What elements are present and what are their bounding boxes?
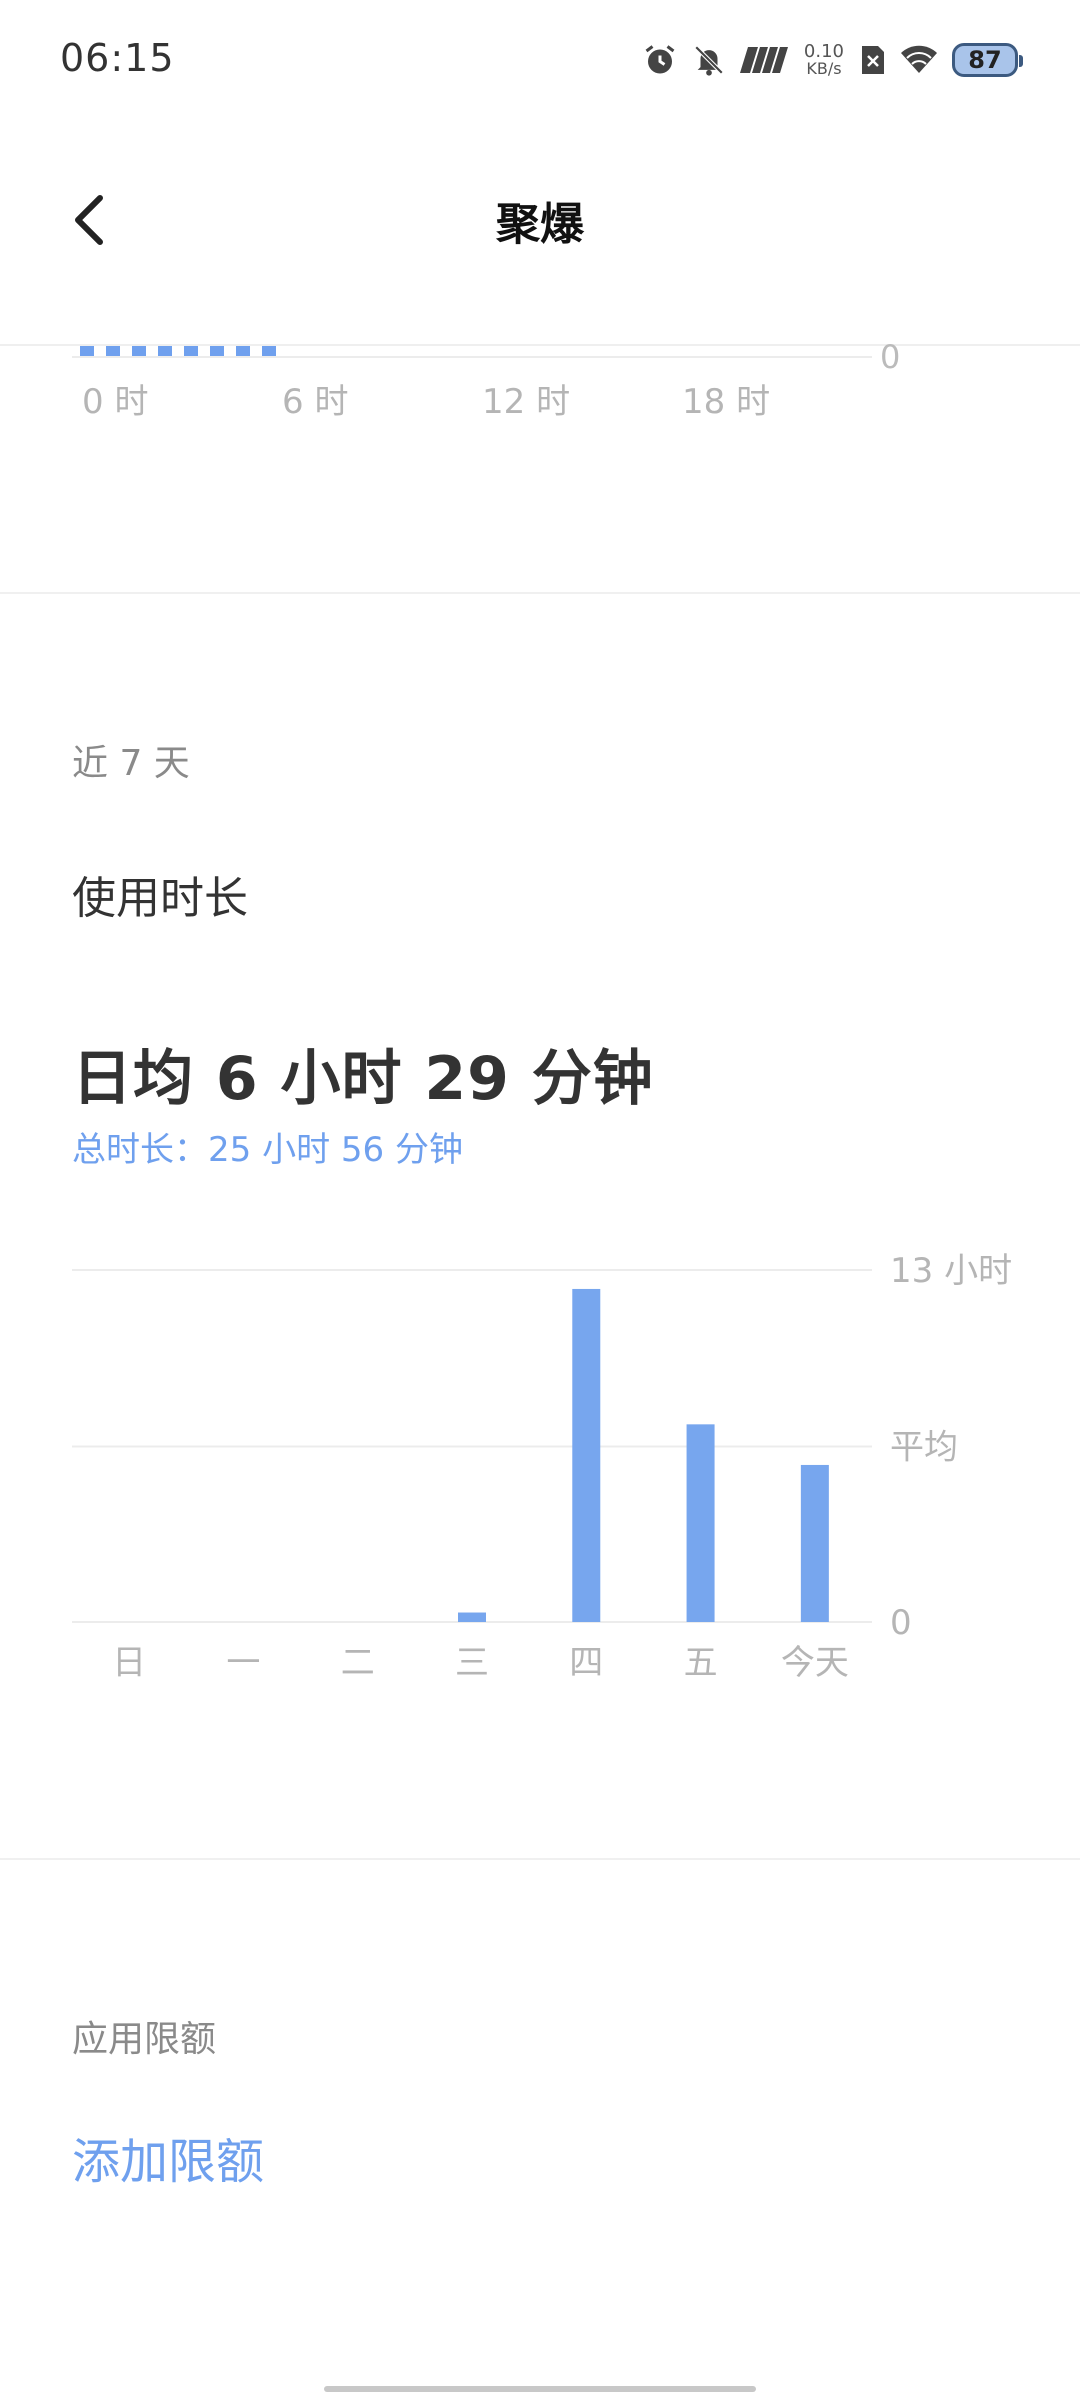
daily-bar <box>236 346 250 356</box>
section-divider <box>0 1858 1080 1860</box>
daily-x-label: 6 时 <box>282 382 349 422</box>
title-bar: 聚爆 <box>0 160 1080 280</box>
bar-5 <box>686 1424 715 1622</box>
net-speed: 0.10 KB/s <box>804 43 844 77</box>
status-time: 06:15 <box>60 36 175 80</box>
daily-baseline <box>72 356 872 358</box>
weekly-usage-chart: 13 小时平均 0 日 一 二 三 四 五 今天 <box>0 1240 1080 1700</box>
battery-indicator: 87 <box>952 43 1023 77</box>
x-tick-label: 三 <box>455 1643 489 1683</box>
range-label: 近 7 天 <box>72 743 190 784</box>
daily-bar <box>80 346 94 356</box>
daily-bar <box>158 346 172 356</box>
total-duration: 总时长：25 小时 56 分钟 <box>72 1130 463 1170</box>
daily-x-label: 18 时 <box>682 382 771 422</box>
home-indicator[interactable] <box>324 2386 756 2392</box>
add-limit-button[interactable]: 添加限额 <box>72 2122 264 2192</box>
daily-x-label: 0 时 <box>82 382 149 422</box>
alarm-icon <box>642 42 678 78</box>
bar-4 <box>572 1288 601 1622</box>
x-tick-label: 五 <box>684 1643 718 1683</box>
bell-off-icon <box>692 42 726 78</box>
net-speed-unit: KB/s <box>806 59 842 78</box>
daily-chart: 0 0 时 6 时 12 时 18 时 <box>0 338 1080 422</box>
daily-x-label: 12 时 <box>482 382 571 422</box>
daily-bar <box>262 346 276 356</box>
bar-6 <box>800 1464 829 1622</box>
daily-bars <box>80 346 276 356</box>
x-tick-label: 一 <box>226 1643 260 1683</box>
x-tick-label: 四 <box>569 1643 603 1683</box>
daily-bar <box>184 346 198 356</box>
x-tick-label: 日 <box>112 1643 146 1683</box>
x-tick-label: 今天 <box>781 1643 849 1683</box>
limits-section-label: 应用限额 <box>72 2019 217 2060</box>
status-bar: 06:15 0.10 KB/s 87 <box>0 0 1080 120</box>
daily-average: 日均 6 小时 29 分钟 <box>72 1044 654 1114</box>
weekly-chart-svg: 13 小时平均 0 日 一 二 三 四 五 今天 <box>72 1251 1012 1683</box>
y-tick-label-average: 平均 <box>890 1428 958 1468</box>
y-tick-label-max: 13 小时 <box>890 1251 1012 1291</box>
metric-label: 使用时长 <box>72 873 248 924</box>
daily-bar <box>210 346 224 356</box>
no-sim-icon <box>860 44 886 76</box>
daily-zero-label: 0 <box>880 338 901 376</box>
daily-bar <box>132 346 146 356</box>
status-icons: 0.10 KB/s 87 <box>642 38 1023 82</box>
signal-icon <box>739 45 788 75</box>
section-divider <box>0 592 1080 594</box>
daily-bar <box>106 346 120 356</box>
x-tick-label: 二 <box>341 1643 375 1683</box>
page-title: 聚爆 <box>496 199 584 250</box>
bar-3 <box>458 1612 486 1622</box>
y-tick-label-zero: 0 <box>890 1603 912 1643</box>
wifi-icon <box>900 45 938 75</box>
